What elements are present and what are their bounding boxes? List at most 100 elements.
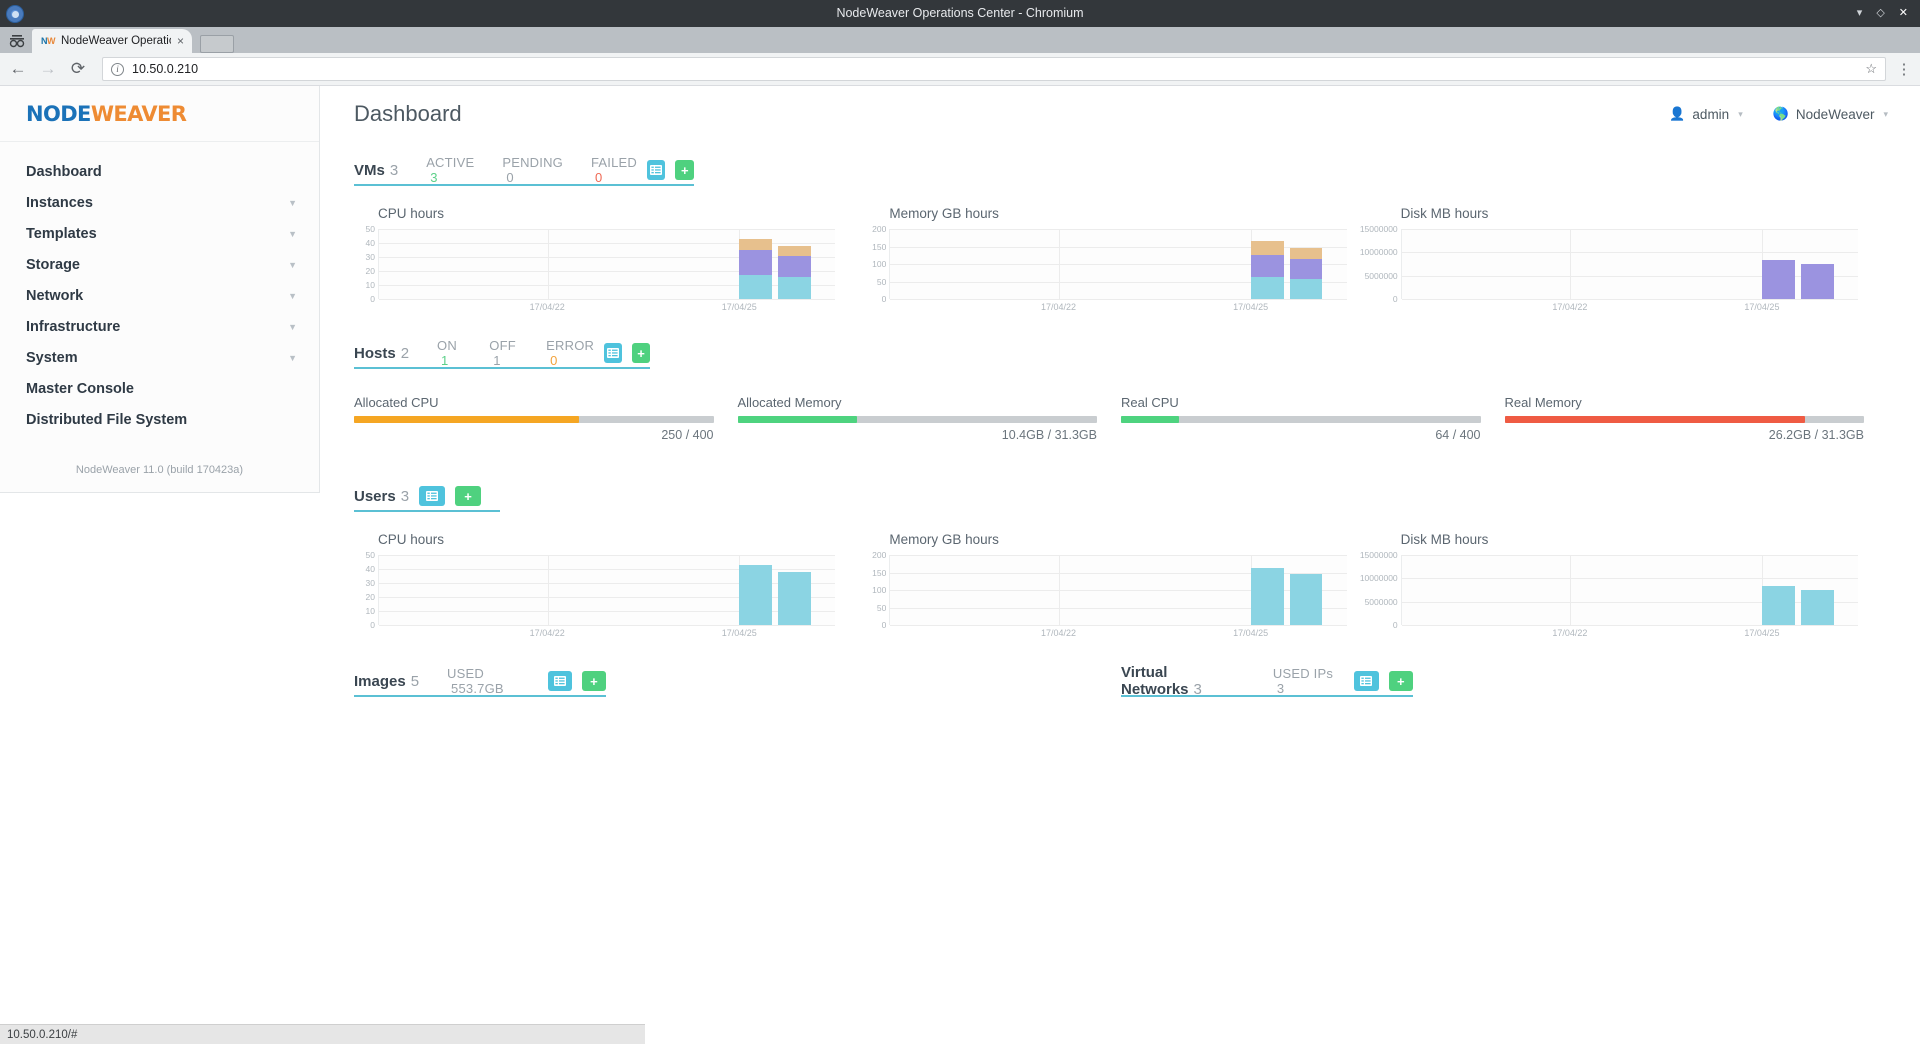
y-tick-label: 50 — [876, 602, 887, 613]
chart-bar[interactable] — [1289, 573, 1323, 625]
vms-add-button[interactable]: + — [675, 160, 694, 180]
sidebar-item-instances[interactable]: Instances ▼ — [0, 187, 319, 218]
address-bar[interactable]: i 10.50.0.210 ☆ — [102, 57, 1886, 81]
browser-toolbar: ← → ⟳ i 10.50.0.210 ☆ ⋮ — [0, 53, 1920, 86]
user-icon: 👤 — [1669, 106, 1686, 121]
chevron-down-icon: ▼ — [288, 197, 297, 208]
gauge-fill — [737, 416, 857, 423]
sidebar-item-system[interactable]: System ▼ — [0, 342, 319, 373]
images-add-button[interactable]: + — [581, 671, 606, 691]
bottom-sections: Images 5 USED 553.7GB + Virtual Networks 3 US… — [354, 664, 1888, 698]
hosts-stat-on: ON 1 — [437, 338, 461, 368]
vms-stat-failed: FAILED 0 — [591, 155, 637, 185]
chart-bar[interactable] — [1250, 567, 1284, 625]
back-button[interactable]: ← — [8, 59, 28, 79]
new-tab-button[interactable] — [200, 35, 234, 53]
chart-bar[interactable] — [1762, 259, 1795, 299]
sidebar-item-label: Distributed File System — [26, 411, 188, 428]
gauge-fill — [1121, 416, 1179, 423]
chart-bar[interactable] — [1250, 241, 1284, 299]
globe-icon: 🌎 — [1772, 106, 1789, 121]
images-list-button[interactable] — [547, 671, 572, 691]
stat-label: ACTIVE — [426, 155, 475, 170]
zone-menu[interactable]: 🌎 NodeWeaver ▾ — [1773, 106, 1888, 122]
hosts-list-button[interactable] — [604, 343, 623, 363]
gridline-horizontal — [379, 555, 836, 556]
reload-button[interactable]: ⟳ — [68, 59, 88, 79]
chevron-down-icon: ▾ — [1738, 108, 1743, 119]
y-tick-label: 0 — [881, 620, 887, 630]
vms-list-button[interactable] — [646, 160, 666, 180]
sidebar-item-infrastructure[interactable]: Infrastructure ▼ — [0, 311, 319, 342]
minimize-icon[interactable]: ▾ — [1857, 8, 1863, 19]
sidebar-item-distributed-file-system[interactable]: Distributed File System — [0, 404, 319, 435]
sidebar-item-network[interactable]: Network ▼ — [0, 280, 319, 311]
chart-bar[interactable] — [1800, 263, 1834, 299]
site-info-icon[interactable]: i — [111, 62, 124, 76]
networks-list-button[interactable] — [1353, 671, 1379, 691]
vms-count: 3 — [389, 161, 399, 179]
forward-button[interactable]: → — [38, 59, 58, 79]
page-title: Dashboard — [354, 101, 462, 126]
x-tick-label: 17/04/25 — [721, 302, 757, 312]
users-list-button[interactable] — [419, 486, 446, 506]
chart-bar[interactable] — [778, 245, 812, 299]
networks-title: Virtual Networks 3 — [1121, 664, 1245, 698]
chart-bar[interactable] — [778, 571, 812, 625]
brand-logo[interactable]: NODEWEAVER — [0, 86, 319, 142]
y-tick-label: 30 — [365, 252, 375, 262]
hosts-section: Hosts 2 ON 1 OFF 1 ERROR 0 + Allocated CPU 250… — [354, 338, 1888, 442]
gauge-value: 26.2GB / 31.3GB — [1768, 428, 1864, 442]
sidebar-item-master-console[interactable]: Master Console — [0, 373, 319, 404]
chart-plot-area: 0 5000000 10000000 15000000 17/04/22 17/04/25 — [1360, 224, 1858, 312]
gridline-horizontal — [379, 229, 836, 230]
bar-segment — [1250, 241, 1284, 255]
browser-tab[interactable]: NW NodeWeaver Operatic × — [32, 29, 192, 53]
plot — [378, 555, 836, 626]
y-tick-label: 150 — [872, 567, 887, 578]
maximize-icon[interactable]: ◇ — [1876, 8, 1884, 19]
networks-title-text: Virtual Networks — [1121, 664, 1189, 698]
x-tick-label: 17/04/25 — [1744, 628, 1780, 638]
sidebar-item-templates[interactable]: Templates ▼ — [0, 218, 319, 249]
stat-label: OFF — [489, 338, 516, 353]
tab-close-icon[interactable]: × — [177, 34, 184, 48]
bookmark-star-icon[interactable]: ☆ — [1865, 61, 1877, 77]
chart-bar[interactable] — [1800, 590, 1834, 625]
stat-value: 0 — [550, 353, 558, 368]
users-charts: CPU hours 0 10 20 30 40 50 17/04/22 17/04/25 Memo… — [354, 532, 1888, 638]
gridline-horizontal — [1401, 555, 1858, 556]
gridline-vertical — [1059, 555, 1061, 625]
hosts-section-header: Hosts 2 ON 1 OFF 1 ERROR 0 + — [354, 338, 650, 369]
y-tick-label: 40 — [365, 564, 375, 574]
sidebar-item-dashboard[interactable]: Dashboard — [0, 156, 319, 187]
user-menu[interactable]: 👤 admin ▾ — [1669, 106, 1743, 122]
y-tick-label: 5000000 — [1364, 270, 1398, 281]
sidebar-item-label: Instances — [26, 194, 93, 211]
sidebar-item-storage[interactable]: Storage ▼ — [0, 249, 319, 280]
url-text: 10.50.0.210 — [132, 62, 199, 76]
chart-bar[interactable] — [1762, 586, 1795, 625]
y-axis: 0 50 100 150 200 — [865, 550, 889, 630]
bar-segment — [1289, 259, 1323, 279]
browser-menu-icon[interactable]: ⋮ — [1896, 60, 1912, 78]
y-tick-label: 0 — [1392, 294, 1398, 304]
stat-value: 553.7GB — [451, 681, 504, 696]
gridline-horizontal — [890, 555, 1347, 556]
chart-bar[interactable] — [1289, 248, 1323, 299]
chart-bar[interactable] — [739, 564, 773, 625]
networks-section-header: Virtual Networks 3 USED IPs 3 + — [1121, 664, 1414, 698]
users-section-header: Users 3 + — [354, 484, 500, 512]
y-axis: 0 10 20 30 40 50 — [354, 224, 378, 304]
hosts-add-button[interactable]: + — [632, 343, 650, 363]
y-tick-label: 20 — [365, 266, 375, 276]
bar-segment — [1289, 573, 1323, 625]
chart-bar[interactable] — [739, 238, 773, 299]
y-axis: 0 10 20 30 40 50 — [354, 550, 378, 630]
gridline-vertical — [547, 555, 549, 625]
close-icon[interactable]: ✕ — [1899, 8, 1908, 19]
sidebar-item-label: Dashboard — [26, 163, 102, 180]
networks-add-button[interactable]: + — [1388, 671, 1414, 691]
users-add-button[interactable]: + — [455, 486, 482, 506]
chart-title: Disk MB hours — [1400, 532, 1489, 547]
